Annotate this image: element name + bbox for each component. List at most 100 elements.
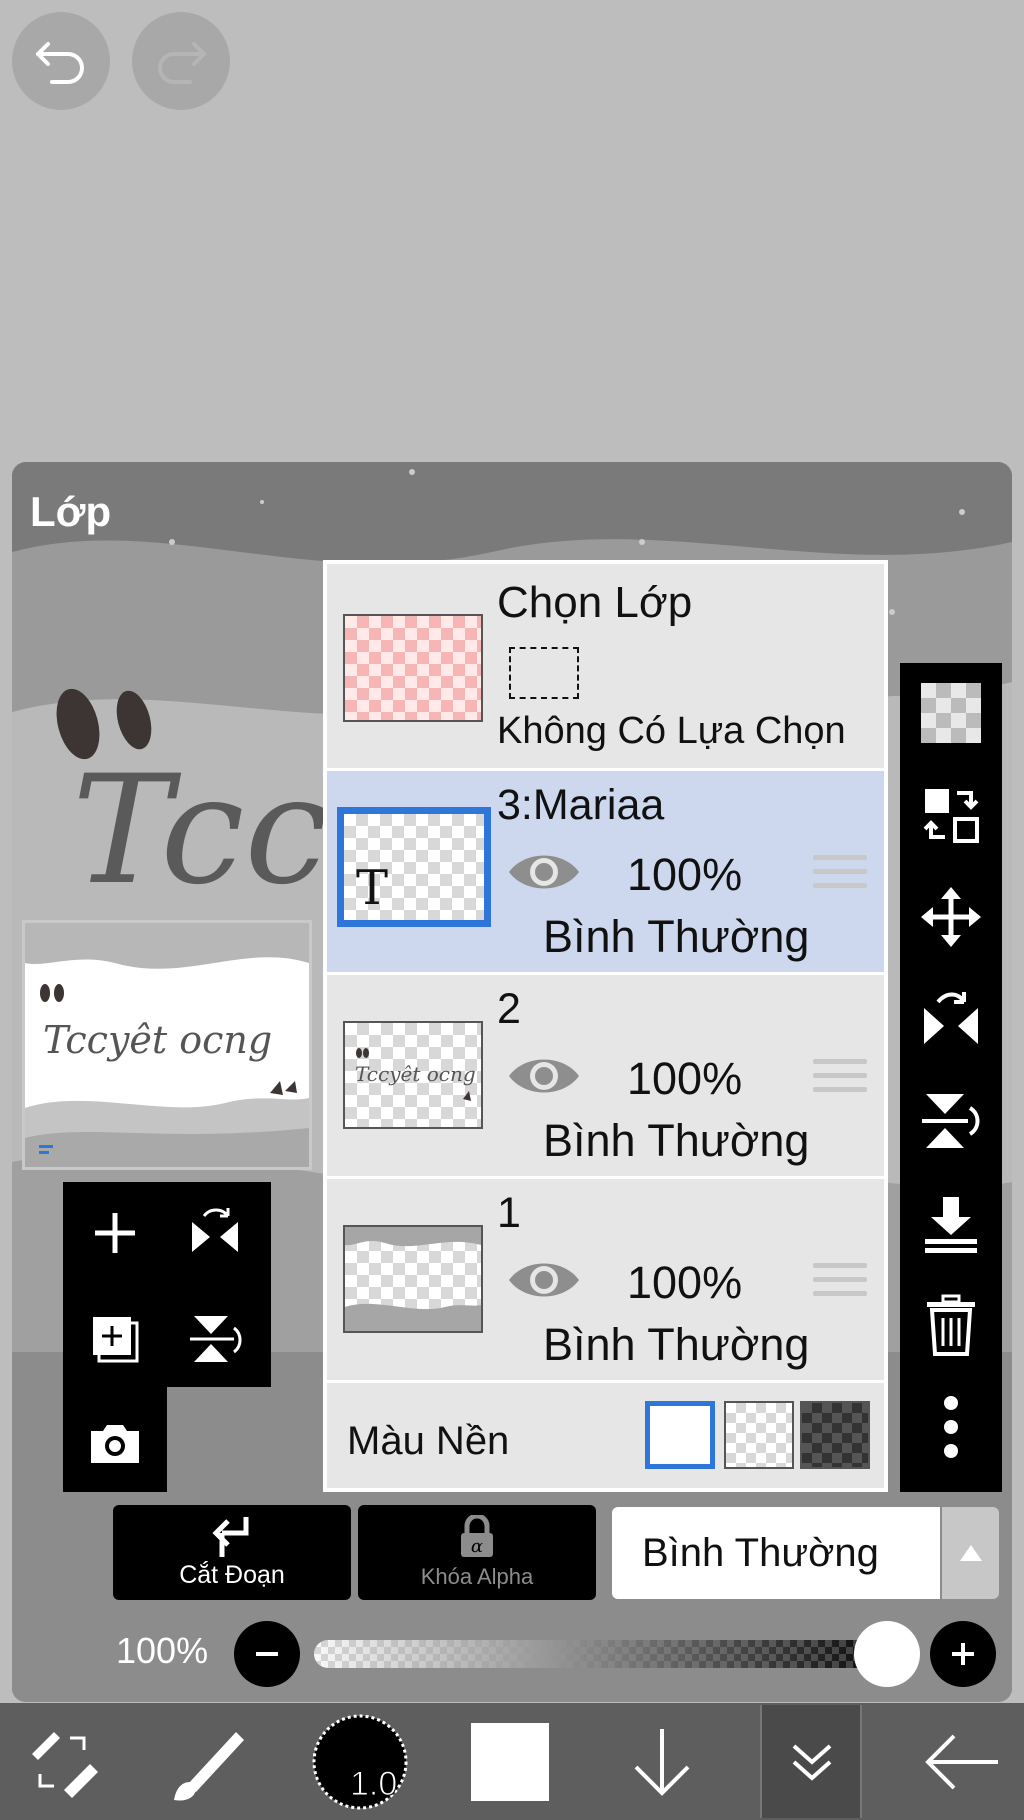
clipping-button[interactable]: Cắt Đoạn [113, 1505, 351, 1600]
flip-vertical-button[interactable] [900, 1073, 1002, 1169]
canvas-thumbnail[interactable]: Tccyêt ocng [22, 920, 312, 1170]
layer-row[interactable]: 1 100% Bình Thường [327, 1179, 884, 1383]
import-photo-button[interactable] [72, 1400, 158, 1486]
layer-blend-mode: Bình Thường [543, 1319, 810, 1370]
layer-thumbnail: Tccyêt ocng [343, 1021, 483, 1129]
delete-layer-button[interactable] [900, 1277, 1002, 1373]
visibility-eye-icon[interactable] [507, 847, 581, 897]
triangle-up-icon [959, 1545, 982, 1561]
layer-name: 1 [497, 1189, 521, 1237]
trash-icon [927, 1294, 975, 1356]
swap-layers-icon [923, 789, 979, 843]
drag-handle-icon[interactable] [813, 1059, 867, 1103]
opacity-decrease-button[interactable] [234, 1621, 300, 1687]
layer-blend-mode: Bình Thường [543, 1115, 810, 1166]
layer-thumbnail [343, 1225, 483, 1333]
panel-title: Lớp [30, 488, 112, 535]
layer-thumbnail: T [337, 807, 491, 927]
selection-marquee-icon [509, 647, 579, 699]
clipping-arrow-icon [212, 1517, 249, 1557]
arrow-left-icon [925, 1734, 998, 1789]
flip-layer-vertical-button[interactable] [172, 1296, 258, 1382]
blend-mode-dropdown-button[interactable] [942, 1507, 999, 1599]
layer-opacity: 100% [627, 1257, 743, 1308]
drag-handle-icon[interactable] [813, 1263, 867, 1307]
move-down-button[interactable] [612, 1703, 712, 1820]
current-color-swatch [471, 1722, 549, 1801]
back-button[interactable] [912, 1703, 1012, 1820]
more-vertical-icon [944, 1396, 958, 1458]
layer-name: 2 [497, 985, 521, 1033]
selection-status: Không Có Lựa Chọn [497, 710, 846, 752]
undo-icon [36, 42, 84, 84]
layer-1-preview [345, 1227, 481, 1331]
selection-layer-title: Chọn Lớp [497, 578, 693, 627]
checker-icon [921, 683, 981, 743]
opacity-increase-button[interactable] [930, 1621, 996, 1687]
transparent-fill-button[interactable] [900, 665, 1002, 761]
brush-icon [174, 1731, 244, 1801]
layer-row[interactable]: T 3:Mariaa 100% Bình Thường [327, 771, 884, 975]
layers-toggle-button[interactable] [762, 1703, 862, 1820]
lock-icon: α [461, 1513, 493, 1557]
background-white-option[interactable] [645, 1401, 715, 1469]
flip-horizontal-icon [192, 1208, 238, 1252]
blend-mode-select[interactable]: Bình Thường [612, 1507, 940, 1599]
undo-button[interactable] [12, 12, 110, 110]
background-color-row: Màu Nền [327, 1383, 884, 1488]
move-icon [921, 887, 981, 947]
layer-name: 3:Mariaa [497, 781, 665, 829]
flip-vertical-icon [922, 1094, 980, 1148]
brush-tool-button[interactable] [160, 1703, 260, 1820]
swap-tool-button[interactable] [12, 1703, 112, 1820]
selection-layer-row[interactable]: Chọn Lớp Không Có Lựa Chọn [327, 564, 884, 771]
opacity-slider-knob[interactable] [854, 1621, 920, 1687]
double-chevron-down-icon [792, 1744, 832, 1781]
arrow-down-icon [634, 1728, 690, 1796]
clipping-label: Cắt Đoạn [179, 1561, 285, 1589]
layer-row[interactable]: Tccyêt ocng 2 100% Bình Thường [327, 975, 884, 1179]
svg-text:Tccyêt ocng: Tccyêt ocng [355, 1062, 476, 1086]
alpha-lock-label: Khóa Alpha [420, 1564, 534, 1589]
layer-opacity: 100% [627, 1053, 743, 1104]
flip-layer-horizontal-button[interactable] [172, 1190, 258, 1276]
brush-size-button[interactable]: 1.0 [310, 1703, 410, 1820]
text-layer-icon: T [356, 860, 389, 916]
alpha-lock-button[interactable]: α Khóa Alpha [358, 1505, 596, 1600]
plus-icon [952, 1643, 974, 1665]
swap-layer-button[interactable] [900, 767, 1002, 863]
layer-side-toolbar [900, 663, 1002, 1492]
svg-text:Tccyêt ocng: Tccyêt ocng [43, 1018, 272, 1062]
redo-button[interactable] [132, 12, 230, 110]
selection-layer-thumbnail [343, 614, 483, 722]
duplicate-icon [93, 1317, 139, 1363]
slider-checker-pattern [314, 1640, 904, 1668]
drag-handle-icon[interactable] [813, 855, 867, 899]
visibility-eye-icon[interactable] [507, 1051, 581, 1101]
more-options-button[interactable] [900, 1379, 1002, 1475]
svg-text:α: α [471, 1536, 483, 1557]
bottom-toolbar: 1.0 [0, 1703, 1024, 1820]
redo-icon [158, 42, 206, 84]
flip-vertical-icon [190, 1316, 242, 1362]
opacity-value-label: 100% [116, 1630, 209, 1671]
layer-opacity: 100% [627, 849, 743, 900]
layer-blend-mode: Bình Thường [543, 911, 810, 962]
plus-icon [95, 1213, 135, 1253]
canvas-preview-image: Tccyêt ocng [25, 923, 309, 1167]
move-layer-button[interactable] [900, 869, 1002, 965]
add-layer-button[interactable] [72, 1190, 158, 1276]
camera-icon [91, 1425, 139, 1463]
flip-horizontal-button[interactable] [900, 971, 1002, 1067]
merge-down-icon [925, 1197, 977, 1253]
merge-down-button[interactable] [900, 1175, 1002, 1271]
background-dark-checker-option[interactable] [800, 1401, 870, 1469]
visibility-eye-icon[interactable] [507, 1255, 581, 1305]
flip-horizontal-icon [924, 992, 978, 1044]
color-button[interactable] [460, 1703, 560, 1820]
opacity-slider-track[interactable] [314, 1640, 904, 1668]
minus-icon [256, 1652, 278, 1656]
duplicate-layer-button[interactable] [72, 1296, 158, 1382]
brush-size-value: 1.0 [349, 1765, 398, 1804]
background-transparent-option[interactable] [724, 1401, 794, 1469]
